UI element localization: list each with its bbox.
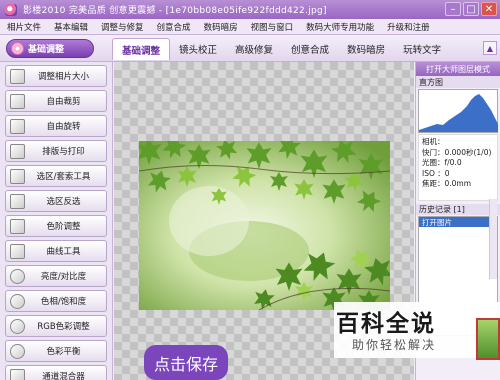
tool-brightness[interactable]: 亮度/对比度 xyxy=(5,265,107,287)
menu-file[interactable]: 相片文件 xyxy=(7,21,41,33)
history-scrollbar[interactable] xyxy=(489,199,497,279)
tab-advanced-repair[interactable]: 高级修复 xyxy=(226,38,282,60)
curves-icon xyxy=(10,243,25,259)
menu-view[interactable]: 视图与窗口 xyxy=(251,21,294,33)
exif-shutter: 快门：0.000秒(1/0) xyxy=(422,147,492,157)
histogram-title: 直方图 xyxy=(416,76,500,88)
tool-label: 调整相片大小 xyxy=(37,72,89,82)
master-layer-mode-button[interactable]: 打开大师图层模式 xyxy=(416,62,500,76)
tab-text[interactable]: 玩转文字 xyxy=(394,38,450,60)
tab-strip: 基础调整 镜头校正 高级修复 创意合成 数码暗房 玩转文字 xyxy=(112,38,450,60)
tab-basic-adjust[interactable]: 基础调整 xyxy=(112,38,171,60)
leaf-photo xyxy=(139,141,390,310)
tab-row: 基础调整 基础调整 镜头校正 高级修复 创意合成 数码暗房 玩转文字 ▲ xyxy=(0,35,500,62)
histogram xyxy=(418,89,498,133)
main-button-label: 基础调整 xyxy=(28,45,65,55)
menu-darkroom[interactable]: 数码暗房 xyxy=(204,21,238,33)
tool-label: 色相/饱和度 xyxy=(40,297,87,307)
tool-lasso[interactable]: 选区/套索工具 xyxy=(5,165,107,187)
exif-info: 相机： 快门：0.000秒(1/0) 光圈：f/0.0 ISO ：0 焦距：0.… xyxy=(418,134,498,201)
lasso-icon xyxy=(10,168,25,184)
exif-iso: ISO ：0 xyxy=(422,168,450,178)
chevron-up-icon[interactable]: ▲ xyxy=(483,41,497,55)
resize-icon xyxy=(10,68,25,84)
print-icon xyxy=(10,143,25,159)
exif-focal: 焦距：0.0mm xyxy=(422,179,472,188)
tool-label: 亮度/对比度 xyxy=(40,272,87,282)
basic-adjust-main-button[interactable]: 基础调整 xyxy=(6,39,94,58)
tool-label: 自由裁剪 xyxy=(46,97,81,107)
rgb-icon xyxy=(10,318,25,334)
crop-icon xyxy=(10,93,25,109)
rotate-icon xyxy=(10,118,25,134)
tool-levels[interactable]: 色阶调整 xyxy=(5,215,107,237)
watermark-logo: 百科全说 xyxy=(336,311,436,337)
menu-master[interactable]: 数码大师专用功能 xyxy=(306,21,374,33)
save-overlay-button[interactable]: 点击保存 xyxy=(144,345,228,380)
tool-label: 排版与打印 xyxy=(42,147,85,157)
tool-hue[interactable]: 色相/饱和度 xyxy=(5,290,107,312)
tool-label: 选区/套索工具 xyxy=(36,172,91,182)
window-controls: – □ ✕ xyxy=(445,2,497,16)
tool-label: 色阶调整 xyxy=(46,222,81,232)
tab-creative-compose[interactable]: 创意合成 xyxy=(282,38,338,60)
menu-bar: 相片文件 基本编辑 调整与修复 创意合成 数码暗房 视图与窗口 数码大师专用功能… xyxy=(0,19,500,35)
tool-label: 自由旋转 xyxy=(46,122,81,132)
invert-selection-icon xyxy=(10,193,25,209)
watermark-subtitle: 助你轻松解决 xyxy=(352,338,437,352)
app-logo-icon xyxy=(5,3,17,16)
tool-panel: 调整相片大小 自由裁剪 自由旋转 排版与打印 选区/套索工具 选区反选 色阶调整… xyxy=(0,62,113,380)
tool-label: 选区反选 xyxy=(46,197,81,207)
hue-icon xyxy=(10,293,25,309)
thumbnail-preview[interactable] xyxy=(476,318,500,360)
tab-digital-darkroom[interactable]: 数码暗房 xyxy=(338,38,394,60)
tool-channel-mixer[interactable]: 通道混合器 xyxy=(5,365,107,380)
channel-mixer-icon xyxy=(10,368,25,380)
tab-lens-correction[interactable]: 镜头校正 xyxy=(170,38,226,60)
tool-label: 曲线工具 xyxy=(46,247,81,257)
tool-curves[interactable]: 曲线工具 xyxy=(5,240,107,262)
menu-edit[interactable]: 基本编辑 xyxy=(54,21,88,33)
menu-compose[interactable]: 创意合成 xyxy=(157,21,191,33)
exif-camera: 相机： xyxy=(422,137,445,146)
tool-invert-selection[interactable]: 选区反选 xyxy=(5,190,107,212)
color-balance-icon xyxy=(10,343,25,359)
tool-rgb[interactable]: RGB色彩调整 xyxy=(5,315,107,337)
menu-upgrade[interactable]: 升级和注册 xyxy=(387,21,430,33)
close-button[interactable]: ✕ xyxy=(481,2,497,16)
brightness-icon xyxy=(10,268,25,284)
levels-icon xyxy=(10,218,25,234)
history-item[interactable]: 打开图片 xyxy=(419,217,497,227)
tool-crop[interactable]: 自由裁剪 xyxy=(5,90,107,112)
title-bar: 影楼2010 完美品质 创意更震撼 - [1e70bb08e05ife922fd… xyxy=(0,0,500,19)
window-title: 影楼2010 完美品质 创意更震撼 - [1e70bb08e05ife922fd… xyxy=(23,6,327,16)
tool-resize[interactable]: 调整相片大小 xyxy=(5,65,107,87)
minimize-button[interactable]: – xyxy=(445,2,461,16)
tool-label: 色彩平衡 xyxy=(46,347,81,357)
tool-label: RGB色彩调整 xyxy=(37,322,90,332)
tool-rotate[interactable]: 自由旋转 xyxy=(5,115,107,137)
tool-label: 通道混合器 xyxy=(42,372,85,380)
exif-aperture: 光圈：f/0.0 xyxy=(422,158,462,167)
tool-color-balance[interactable]: 色彩平衡 xyxy=(5,340,107,362)
menu-adjust[interactable]: 调整与修复 xyxy=(101,21,144,33)
maximize-button[interactable]: □ xyxy=(463,2,479,16)
history-title: 历史记录 [1] xyxy=(416,204,500,215)
flower-icon xyxy=(11,42,24,55)
tool-print[interactable]: 排版与打印 xyxy=(5,140,107,162)
